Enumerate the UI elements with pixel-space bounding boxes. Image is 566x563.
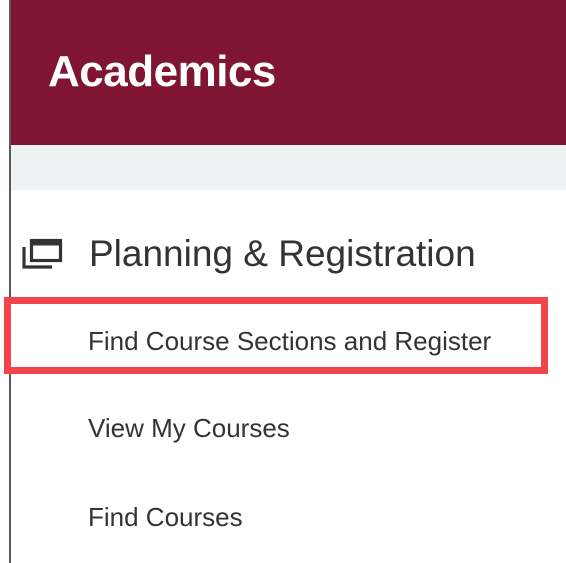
section-title: Planning & Registration bbox=[89, 233, 476, 274]
stacked-windows-icon bbox=[21, 238, 63, 270]
academics-panel: Academics Planning & Registration Find C… bbox=[0, 0, 566, 563]
find-courses-link[interactable]: Find Courses bbox=[88, 502, 243, 533]
section-header: Planning & Registration bbox=[21, 230, 476, 278]
page-title: Academics bbox=[48, 46, 276, 96]
header-spacer bbox=[11, 145, 566, 190]
view-my-courses-link[interactable]: View My Courses bbox=[88, 413, 290, 444]
header-bar: Academics bbox=[11, 0, 566, 145]
highlight-box bbox=[4, 297, 548, 374]
planning-registration-section: Planning & Registration Find Course Sect… bbox=[11, 190, 566, 563]
